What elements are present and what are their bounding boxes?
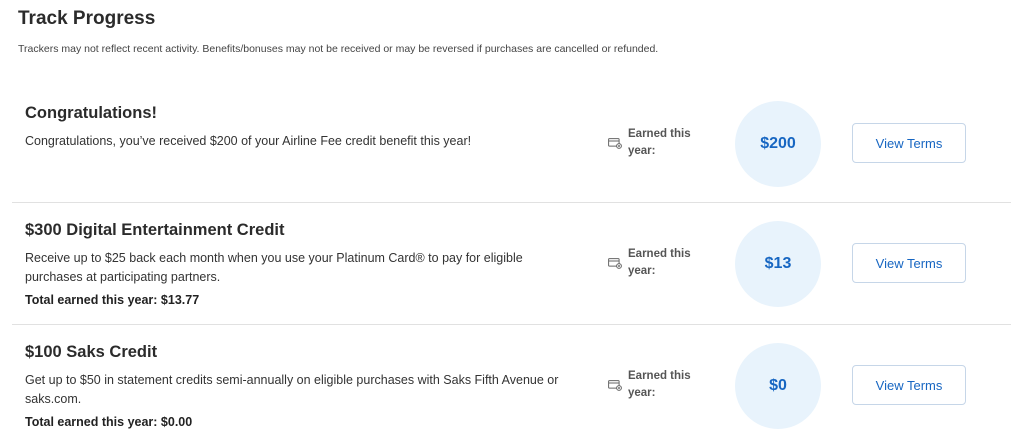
view-terms-button[interactable]: View Terms [852,243,966,283]
page-title: Track Progress [18,8,156,29]
tracker-title: Congratulations! [25,104,157,122]
view-terms-button[interactable]: View Terms [852,365,966,405]
earned-amount: $0 [735,343,821,429]
card-icon [608,138,622,149]
card-icon [608,380,622,391]
tracker-total-earned: Total earned this year: $13.77 [25,293,200,307]
disclaimer-text: Trackers may not reflect recent activity… [18,43,659,55]
tracker-description: Get up to $50 in statement credits semi-… [25,373,559,406]
tracker-description: Receive up to $25 back each month when y… [25,251,523,284]
earned-label: Earned this year: [628,370,691,399]
tracker-title: $100 Saks Credit [25,343,158,361]
earned-label: Earned this year: [628,248,691,277]
tracker-card-saks: $100 Saks Credit Get up to $50 in statem… [12,324,1011,446]
view-terms-button[interactable]: View Terms [852,123,966,163]
card-icon [608,258,622,269]
tracker-card-airline-fee: Congratulations! Congratulations, you’ve… [12,84,1011,202]
tracker-card-digital-entertainment: $300 Digital Entertainment Credit Receiv… [12,202,1011,325]
track-progress-page: Track Progress Trackers may not reflect … [0,0,1024,446]
tracker-description: Congratulations, you’ve received $200 of… [25,134,472,148]
earned-label: Earned this year: [628,128,691,157]
tracker-title: $300 Digital Entertainment Credit [25,221,285,239]
earned-amount: $200 [735,101,821,187]
tracker-total-earned: Total earned this year: $0.00 [25,415,193,429]
earned-amount: $13 [735,221,821,307]
